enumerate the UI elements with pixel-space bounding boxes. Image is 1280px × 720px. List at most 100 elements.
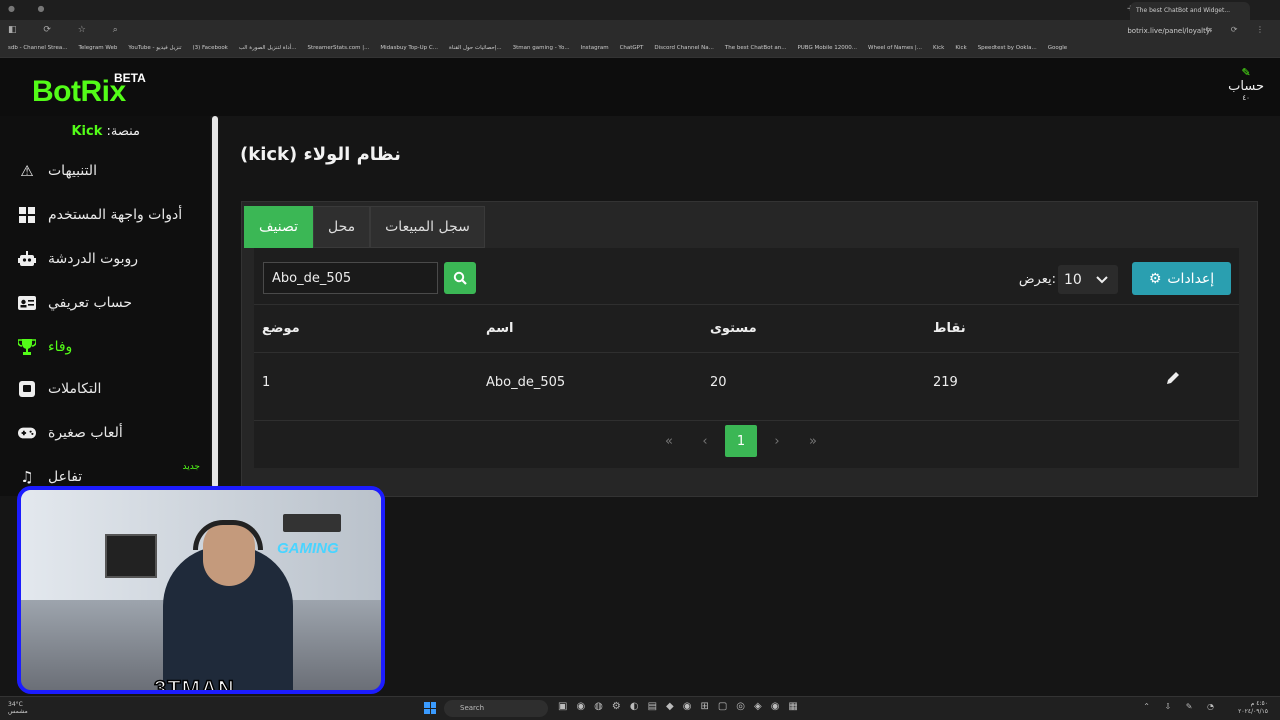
webcam-ac bbox=[283, 514, 341, 532]
taskbar-search[interactable]: Search bbox=[444, 700, 548, 717]
tab-ranking[interactable]: تصنيف bbox=[244, 206, 313, 248]
header-position[interactable]: موضع bbox=[262, 321, 300, 336]
pencil-icon: ✎ bbox=[1241, 66, 1251, 79]
robot-icon bbox=[18, 250, 36, 268]
platform-indicator: منصة: Kick bbox=[71, 124, 140, 139]
page-size-select[interactable]: 10 bbox=[1058, 265, 1118, 294]
bookmark-item[interactable]: إحصائيات حول القناة... bbox=[449, 45, 502, 54]
scrollbar-thumb[interactable] bbox=[212, 116, 218, 488]
bookmark-item[interactable]: PUBG Mobile 12000... bbox=[797, 45, 857, 54]
page-size-value: 10 bbox=[1064, 271, 1082, 288]
weather-desc: مشمس bbox=[8, 708, 28, 715]
bookmark-item[interactable]: YouTube - تنزيل فيديو bbox=[128, 45, 181, 54]
search-input[interactable] bbox=[263, 262, 438, 294]
weather-widget[interactable]: 34°C مشمس bbox=[8, 701, 28, 715]
next-page-icon[interactable]: › bbox=[766, 425, 788, 457]
sidebar-item-label: أدوات واجهة المستخدم bbox=[48, 207, 183, 223]
webcam-overlay: GAMING 3TMAN bbox=[17, 486, 385, 694]
bookmark-item[interactable]: Google bbox=[1048, 45, 1067, 54]
cell-level: 20 bbox=[710, 375, 727, 390]
taskbar-apps-icon[interactable]: ▣◉◍⚙◐▤◆◉⊞▢◎◈◉▦ bbox=[558, 701, 807, 712]
beta-badge: BETA bbox=[114, 71, 146, 85]
tab-sales-log[interactable]: سجل المبيعات bbox=[370, 206, 485, 248]
search-button[interactable] bbox=[444, 262, 476, 294]
trophy-icon bbox=[18, 338, 36, 356]
header-points[interactable]: نقاط bbox=[933, 321, 966, 336]
tab-bar: تصنيف محل سجل المبيعات bbox=[244, 206, 485, 248]
bookmark-item[interactable]: Instagram bbox=[581, 45, 609, 54]
bookmark-item[interactable]: 3tman gaming - Yo... bbox=[513, 45, 570, 54]
sidebar-item-label: تفاعل bbox=[48, 469, 83, 485]
sidebar-item-minigames[interactable]: ألعاب صغيرة bbox=[18, 418, 203, 448]
sidebar-item-loyalty[interactable]: وفاء bbox=[18, 332, 203, 362]
tray-icons[interactable]: ⌃ ⇩ ✎ ◔ bbox=[1143, 702, 1220, 711]
bookmark-item[interactable]: Kick bbox=[955, 45, 966, 54]
sidebar-item-widgets[interactable]: أدوات واجهة المستخدم bbox=[18, 200, 203, 230]
nav-buttons[interactable]: ◧ ⟳ ☆ ⌕ bbox=[8, 25, 130, 35]
taskbar: 34°C مشمس Search ▣◉◍⚙◐▤◆◉⊞▢◎◈◉▦ ⌃ ⇩ ✎ ◔ … bbox=[0, 696, 1280, 720]
bookmark-item[interactable]: (3) Facebook bbox=[192, 45, 227, 54]
cell-points: 219 bbox=[933, 375, 958, 390]
show-label: يعرض: bbox=[1018, 272, 1056, 287]
sidebar-item-chatbot[interactable]: روبوت الدردشة bbox=[18, 244, 203, 274]
bookmark-item[interactable]: Speedtest by Ookla... bbox=[978, 45, 1037, 54]
sidebar-item-integrations[interactable]: التكاملات bbox=[18, 374, 203, 404]
sidebar-item-alerts[interactable]: ⚠ التنبيهات bbox=[18, 156, 203, 186]
search-icon bbox=[453, 271, 467, 285]
chevron-down-icon bbox=[1096, 272, 1108, 288]
browser-tab[interactable]: The best ChatBot and Widget... bbox=[1130, 2, 1250, 20]
address-bar: ◧ ⟳ ☆ ⌕ botrix.live/panel/loyalty ⇆ ⟳ ⋮ bbox=[0, 20, 1280, 42]
url-field[interactable]: botrix.live/panel/loyalty bbox=[1127, 27, 1210, 35]
sidebar: منصة: Kick ⚠ التنبيهات أدوات واجهة المست… bbox=[0, 116, 210, 496]
integration-icon bbox=[18, 380, 36, 398]
tab-shop[interactable]: محل bbox=[312, 206, 371, 248]
bookmark-item[interactable]: Midasbuy Top-Up C... bbox=[380, 45, 438, 54]
settings-label: إعدادات bbox=[1167, 270, 1215, 287]
account-menu[interactable]: ✎ حساب ٤٠ bbox=[1228, 66, 1264, 102]
start-icon[interactable] bbox=[424, 702, 436, 714]
sidebar-item-label: التكاملات bbox=[48, 381, 102, 397]
platform-prefix: منصة: bbox=[106, 124, 140, 139]
prev-page-icon[interactable]: ‹ bbox=[694, 425, 716, 457]
settings-button[interactable]: ⚙ إعدادات bbox=[1132, 262, 1231, 295]
gears-icon: ⚙ bbox=[1148, 270, 1162, 287]
bookmark-item[interactable]: sdb - Channel Strea... bbox=[8, 45, 67, 54]
bookmark-item[interactable]: The best ChatBot an... bbox=[725, 45, 787, 54]
loyalty-card: تصنيف محل سجل المبيعات يعرض: 10 ⚙ إعدادا… bbox=[241, 201, 1258, 497]
bookmark-item[interactable]: أداة لتنزيل الصورة الب... bbox=[239, 45, 297, 54]
weather-temp: 34°C bbox=[8, 701, 23, 708]
bookmark-item[interactable]: Kick bbox=[933, 45, 944, 54]
bookmarks-bar: sdb - Channel Strea... Telegram Web YouTub… bbox=[0, 42, 1280, 58]
table-header: موضع اسم مستوى نقاط bbox=[254, 304, 1239, 352]
header-level[interactable]: مستوى bbox=[710, 321, 757, 336]
sidebar-item-profile[interactable]: حساب تعريفي bbox=[18, 288, 203, 318]
bookmark-item[interactable]: ChatGPT bbox=[620, 45, 644, 54]
bookmark-item[interactable]: Telegram Web bbox=[78, 45, 117, 54]
bookmark-item[interactable]: StreamerStats.com |... bbox=[307, 45, 369, 54]
sidebar-scrollbar[interactable] bbox=[211, 116, 219, 496]
gamepad-icon bbox=[18, 424, 36, 442]
page-title: نظام الولاء (kick) bbox=[240, 144, 401, 165]
last-page-icon[interactable]: » bbox=[802, 425, 824, 457]
account-label: حساب bbox=[1228, 79, 1264, 94]
browser-tab-bar: ● ● + The best ChatBot and Widget... bbox=[0, 0, 1280, 20]
cell-position: 1 bbox=[262, 375, 271, 390]
warning-icon: ⚠ bbox=[20, 162, 34, 180]
botrix-logo[interactable]: BotRix bbox=[32, 75, 126, 109]
bookmark-item[interactable]: Wheel of Names |... bbox=[868, 45, 922, 54]
account-sub: ٤٠ bbox=[1242, 94, 1250, 102]
header-name[interactable]: اسم bbox=[486, 321, 513, 336]
sidebar-item-label: ألعاب صغيرة bbox=[48, 425, 123, 441]
id-card-icon bbox=[18, 294, 36, 312]
browser-tools-icon[interactable]: ⇆ ⟳ ⋮ bbox=[1206, 25, 1273, 34]
first-page-icon[interactable]: « bbox=[658, 425, 680, 457]
cell-name: Abo_de_505 bbox=[486, 375, 566, 390]
window-controls[interactable]: ● ● bbox=[8, 4, 55, 13]
grid-icon bbox=[18, 206, 36, 224]
edit-icon[interactable] bbox=[1166, 371, 1180, 389]
platform-name: Kick bbox=[71, 124, 103, 139]
bookmark-item[interactable]: Discord Channel Na... bbox=[654, 45, 713, 54]
clock-time: ٤:٥٠ م bbox=[1250, 700, 1268, 707]
clock[interactable]: ٤:٥٠ م ٢٠٢٤/٠٩/١٥ bbox=[1238, 700, 1268, 716]
page-current[interactable]: 1 bbox=[725, 425, 757, 457]
